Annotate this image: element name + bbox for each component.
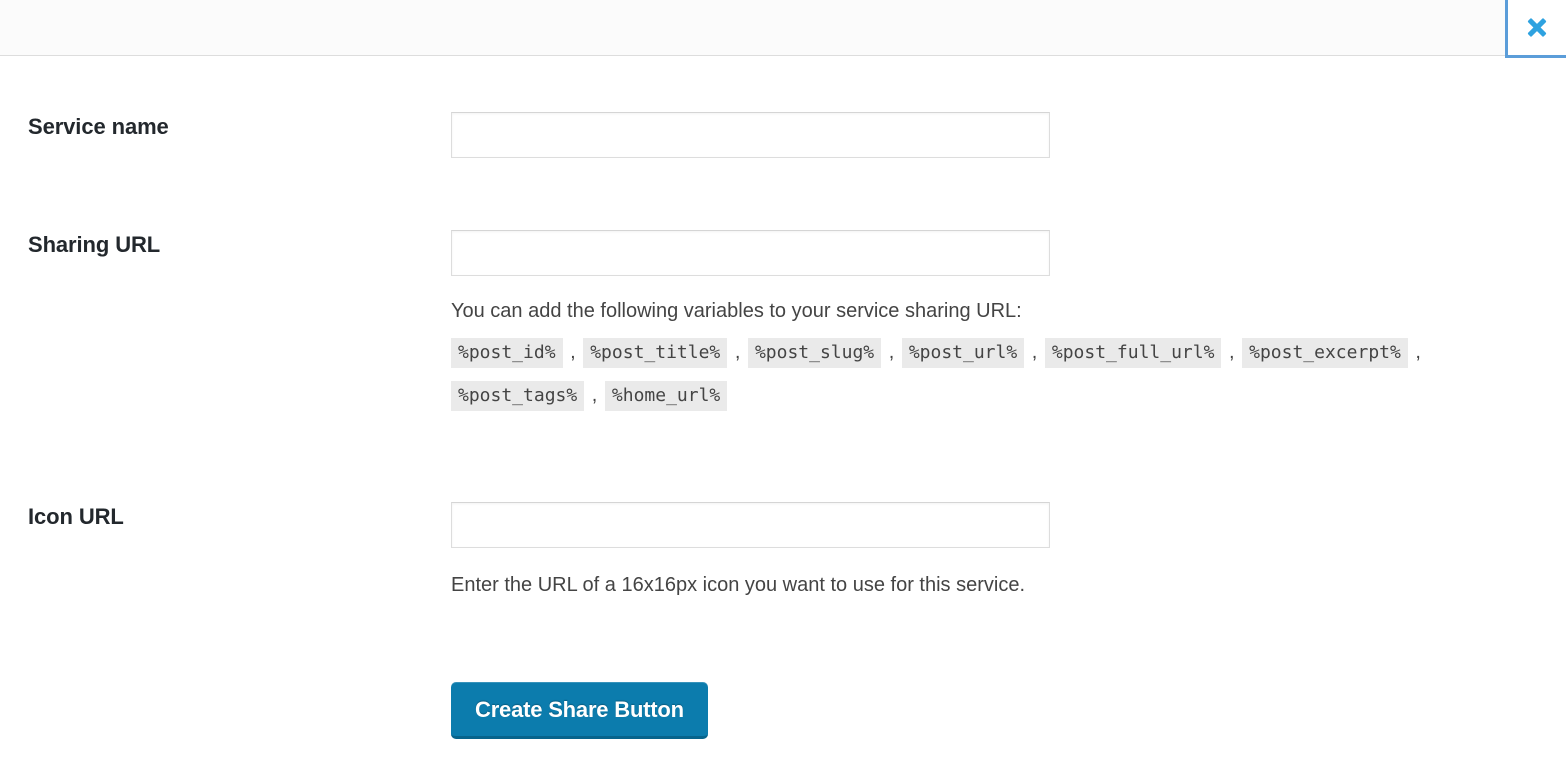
- icon-url-help-text: Enter the URL of a 16x16px icon you want…: [451, 570, 1551, 600]
- variable-separator: ,: [1024, 341, 1045, 363]
- variable-chip: %post_id%: [451, 338, 563, 368]
- service-name-input[interactable]: [451, 112, 1050, 158]
- variable-separator: ,: [584, 384, 605, 406]
- variable-chip: %post_excerpt%: [1242, 338, 1408, 368]
- create-share-button[interactable]: Create Share Button: [451, 682, 708, 739]
- variable-chip: %post_title%: [583, 338, 727, 368]
- submit-control: Create Share Button: [451, 682, 1551, 739]
- service-name-label: Service name: [28, 112, 428, 142]
- icon-url-control: Enter the URL of a 16x16px icon you want…: [451, 502, 1551, 600]
- sharing-url-help-text: You can add the following variables to y…: [451, 296, 1481, 326]
- variable-separator: ,: [1408, 341, 1423, 363]
- icon-url-input[interactable]: [451, 502, 1050, 548]
- sharing-url-variable-list: %post_id% , %post_title% , %post_slug% ,…: [451, 331, 1481, 417]
- icon-url-label: Icon URL: [28, 502, 428, 532]
- sharing-url-control: You can add the following variables to y…: [451, 230, 1551, 417]
- variable-chip: %post_slug%: [748, 338, 881, 368]
- variable-separator: ,: [727, 341, 748, 363]
- variable-separator: ,: [563, 341, 584, 363]
- sharing-url-input[interactable]: [451, 230, 1050, 276]
- close-icon: [1524, 15, 1550, 41]
- service-name-control: [451, 112, 1551, 158]
- share-button-form: Service name Sharing URL You can add the…: [0, 57, 1566, 764]
- variable-chip: %post_tags%: [451, 381, 584, 411]
- variable-chip: %post_url%: [902, 338, 1024, 368]
- sharing-url-label: Sharing URL: [28, 230, 428, 260]
- modal-header: [0, 0, 1566, 56]
- variable-chip: %post_full_url%: [1045, 338, 1222, 368]
- close-modal-button[interactable]: [1505, 0, 1566, 58]
- variable-chip: %home_url%: [605, 381, 727, 411]
- variable-separator: ,: [1221, 341, 1242, 363]
- variable-separator: ,: [881, 341, 902, 363]
